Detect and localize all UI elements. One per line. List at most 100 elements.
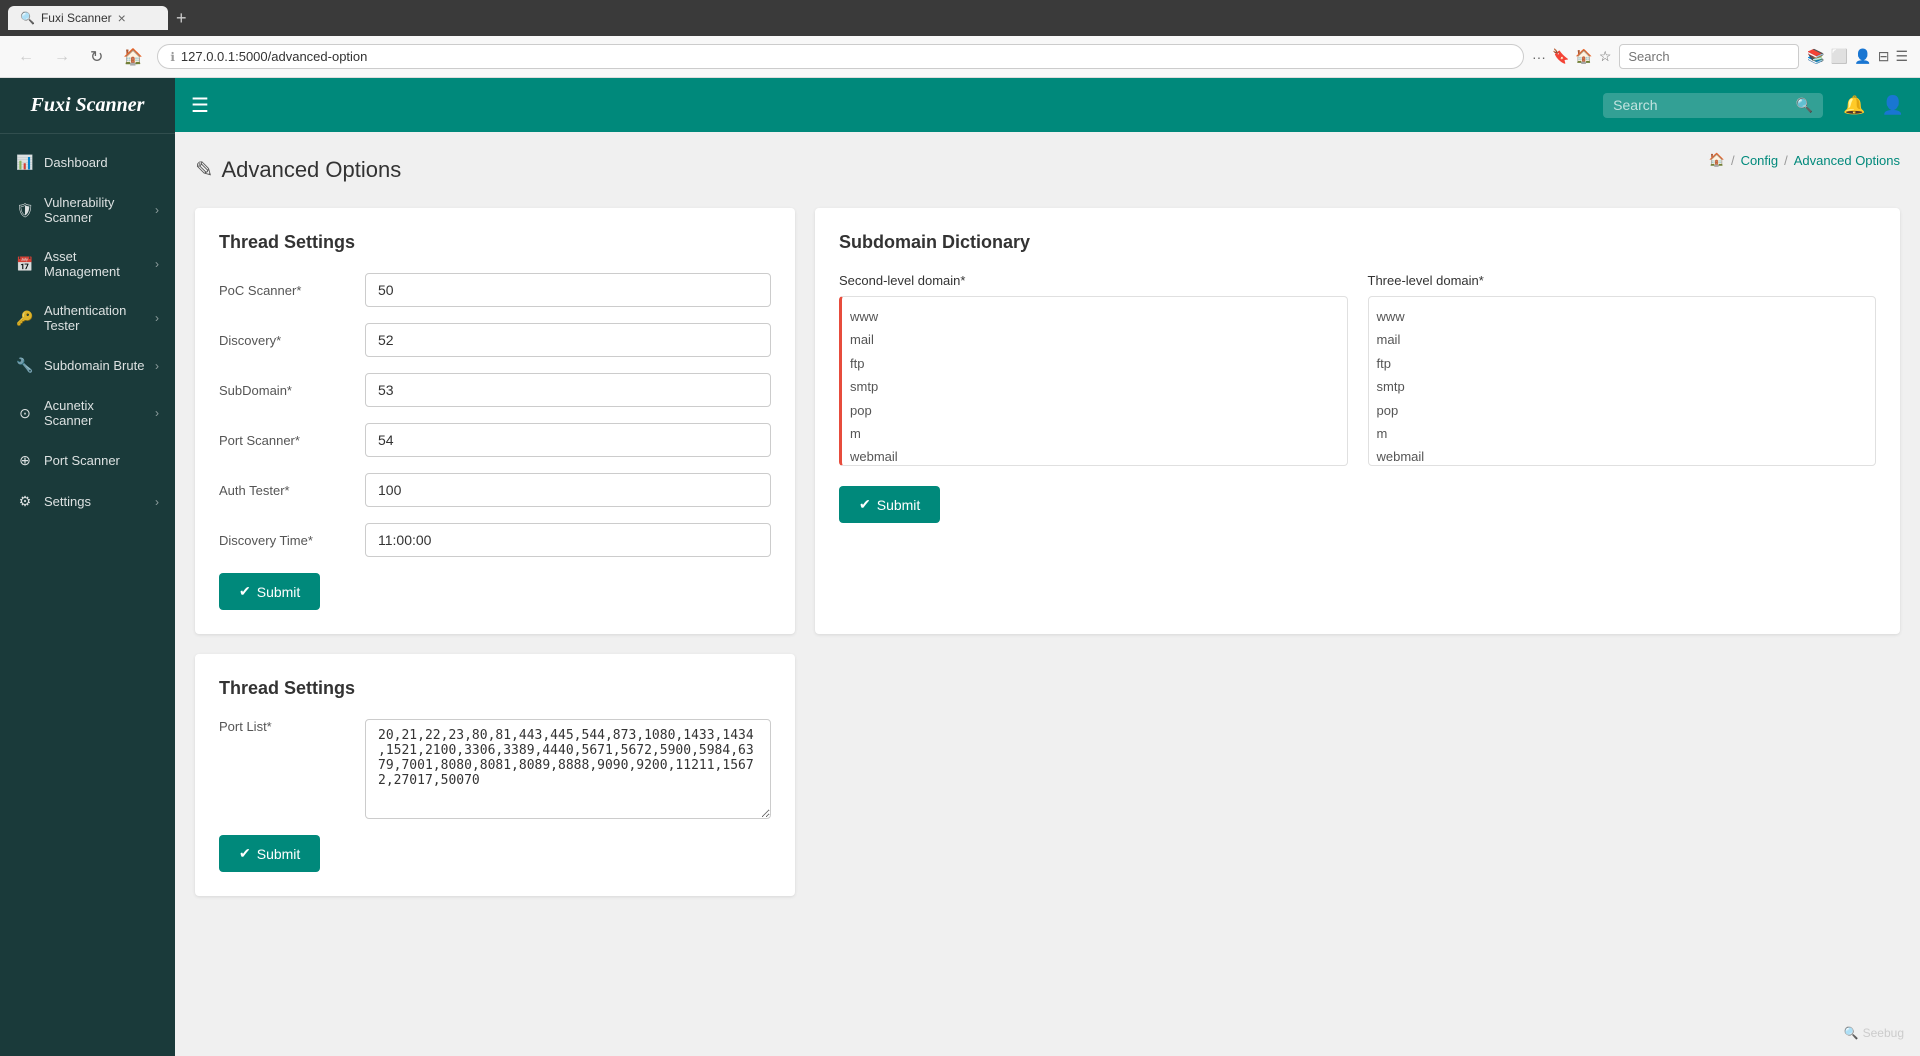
breadcrumb: 🏠 / Config / Advanced Options <box>1709 152 1900 168</box>
user-profile-button[interactable]: 👤 <box>1882 95 1904 116</box>
subdomain-dict-title: Subdomain Dictionary <box>839 232 1876 253</box>
cards-row-2: Thread Settings Port List* 20,21,22,23,8… <box>195 654 1900 896</box>
discovery-time-label: Discovery Time* <box>219 533 349 548</box>
acunetix-scanner-arrow: › <box>155 406 159 420</box>
list-item: mail <box>1377 328 1868 351</box>
breadcrumb-config[interactable]: Config <box>1741 153 1779 168</box>
asset-management-arrow: › <box>155 257 159 271</box>
app-header: ☰ 🔍 🔔 👤 <box>175 78 1920 132</box>
notifications-button[interactable]: 🔔 <box>1843 95 1865 116</box>
home-nav-button[interactable]: 🏠 <box>1575 48 1592 65</box>
main-content: ☰ 🔍 🔔 👤 ✎ Advanced Options 🏠 / <box>175 78 1920 1056</box>
bookmarks-button[interactable]: 📚 <box>1807 48 1824 65</box>
sidebar-label-subdomain-brute: Subdomain Brute <box>44 358 145 373</box>
forward-button[interactable]: → <box>48 46 76 68</box>
cards-row-1: Thread Settings PoC Scanner* Discovery* … <box>195 208 1900 634</box>
discovery-time-input[interactable] <box>365 523 771 557</box>
page-title-text: Advanced Options <box>221 157 401 183</box>
list-item: mail <box>850 328 1339 351</box>
back-button[interactable]: ← <box>12 46 40 68</box>
tab-favicon: 🔍 <box>20 11 35 25</box>
app-logo-text: Fuxi Scanner <box>31 94 145 116</box>
thread-settings-title-1: Thread Settings <box>219 232 771 253</box>
header-search-input[interactable] <box>1613 97 1790 113</box>
breadcrumb-home[interactable]: 🏠 <box>1709 152 1725 168</box>
discovery-row: Discovery* <box>219 323 771 357</box>
sidebar-item-port-scanner[interactable]: ⊕ Port Scanner <box>0 440 175 481</box>
thread-settings-card-2: Thread Settings Port List* 20,21,22,23,8… <box>195 654 795 896</box>
settings-icon: ⚙ <box>16 493 34 510</box>
poc-scanner-input[interactable] <box>365 273 771 307</box>
thread-settings-title-2: Thread Settings <box>219 678 771 699</box>
sidebar-item-settings[interactable]: ⚙ Settings › <box>0 481 175 522</box>
list-item: m <box>850 422 1339 445</box>
reload-button[interactable]: ↻ <box>84 45 109 69</box>
subdomain-cols: Second-level domain* www mail ftp smtp p… <box>839 273 1876 466</box>
nav-actions: ··· 🔖 🏠 ☆ <box>1532 48 1611 65</box>
port-scanner-icon: ⊕ <box>16 452 34 469</box>
sidebar-label-settings: Settings <box>44 494 145 509</box>
subdomain-submit-button[interactable]: ✔ Submit <box>839 486 940 523</box>
thread-settings-submit-1[interactable]: ✔ Submit <box>219 573 320 610</box>
subdomain-input[interactable] <box>365 373 771 407</box>
more-button[interactable]: ··· <box>1532 49 1546 65</box>
sidebar-label-asset-management: Asset Management <box>44 249 145 279</box>
settings-nav-button[interactable]: ⊟ <box>1878 48 1890 65</box>
sidebar-item-vulnerability-scanner[interactable]: 🛡 Vulnerability Scanner › <box>0 183 175 237</box>
sidebar-item-asset-management[interactable]: 📅 Asset Management › <box>0 237 175 291</box>
port-list-textarea[interactable]: 20,21,22,23,80,81,443,445,544,873,1080,1… <box>365 719 771 819</box>
list-item: smtp <box>850 375 1339 398</box>
seebug-icon: 🔍 <box>1844 1026 1859 1040</box>
browser-nav: ← → ↻ 🏠 ℹ 127.0.0.1:5000/advanced-option… <box>0 36 1920 78</box>
content-area: ✎ Advanced Options 🏠 / Config / Advanced… <box>175 132 1920 1056</box>
third-level-col: Three-level domain* www mail ftp smtp po… <box>1368 273 1877 466</box>
star-button[interactable]: ☆ <box>1599 48 1612 65</box>
page-title-icon: ✎ <box>195 157 213 183</box>
second-level-list[interactable]: www mail ftp smtp pop m webmail pop3 ima… <box>839 296 1348 466</box>
third-level-title: Three-level domain* <box>1368 273 1877 288</box>
second-level-title: Second-level domain* <box>839 273 1348 288</box>
home-button[interactable]: 🏠 <box>117 45 149 69</box>
port-scanner-row: Port Scanner* <box>219 423 771 457</box>
list-item: webmail <box>850 445 1339 466</box>
breadcrumb-sep-1: / <box>1731 153 1735 168</box>
new-tab-button[interactable]: + <box>176 8 187 29</box>
auth-tester-label: Auth Tester* <box>219 483 349 498</box>
seebug-logo: 🔍 Seebug <box>1844 1026 1904 1040</box>
discovery-input[interactable] <box>365 323 771 357</box>
submit-icon-2: ✔ <box>239 845 251 862</box>
submit-icon-1: ✔ <box>239 583 251 600</box>
app-wrapper: Fuxi Scanner 📊 Dashboard 🛡 Vulnerability… <box>0 78 1920 1056</box>
thread-settings-submit-2[interactable]: ✔ Submit <box>219 835 320 872</box>
acunetix-scanner-icon: ⊙ <box>16 405 34 422</box>
vulnerability-scanner-arrow: › <box>155 203 159 217</box>
browser-search-input[interactable] <box>1619 44 1799 69</box>
profile-button[interactable]: 👤 <box>1854 48 1871 65</box>
header-search-wrap: 🔍 <box>1603 93 1823 118</box>
sidebar-label-vulnerability-scanner: Vulnerability Scanner <box>44 195 145 225</box>
browser-tab[interactable]: 🔍 Fuxi Scanner × <box>8 6 168 30</box>
port-scanner-input[interactable] <box>365 423 771 457</box>
sidebar-item-authentication-tester[interactable]: 🔑 Authentication Tester › <box>0 291 175 345</box>
synced-tabs-button[interactable]: ⬜ <box>1831 48 1848 65</box>
menu-button[interactable]: ☰ <box>1895 48 1908 65</box>
auth-tester-input[interactable] <box>365 473 771 507</box>
sidebar-label-dashboard: Dashboard <box>44 155 159 170</box>
third-level-list[interactable]: www mail ftp smtp pop m webmail pop3 ima… <box>1368 296 1877 466</box>
sidebar-item-dashboard[interactable]: 📊 Dashboard <box>0 142 175 183</box>
dashboard-icon: 📊 <box>16 154 34 171</box>
list-item: smtp <box>1377 375 1868 398</box>
subdomain-row: SubDomain* <box>219 373 771 407</box>
secure-icon: ℹ <box>170 50 175 64</box>
sidebar-label-authentication-tester: Authentication Tester <box>44 303 145 333</box>
address-bar[interactable]: ℹ 127.0.0.1:5000/advanced-option <box>157 44 1524 69</box>
discovery-time-row: Discovery Time* <box>219 523 771 557</box>
pocket-button[interactable]: 🔖 <box>1552 48 1569 65</box>
tab-close-button[interactable]: × <box>118 10 126 26</box>
seebug-text: Seebug <box>1863 1026 1904 1040</box>
sidebar-item-subdomain-brute[interactable]: 🔧 Subdomain Brute › <box>0 345 175 386</box>
header-search-icon[interactable]: 🔍 <box>1796 97 1813 114</box>
sidebar-item-acunetix-scanner[interactable]: ⊙ Acunetix Scanner › <box>0 386 175 440</box>
port-list-label: Port List* <box>219 719 349 734</box>
header-menu-button[interactable]: ☰ <box>191 93 209 118</box>
